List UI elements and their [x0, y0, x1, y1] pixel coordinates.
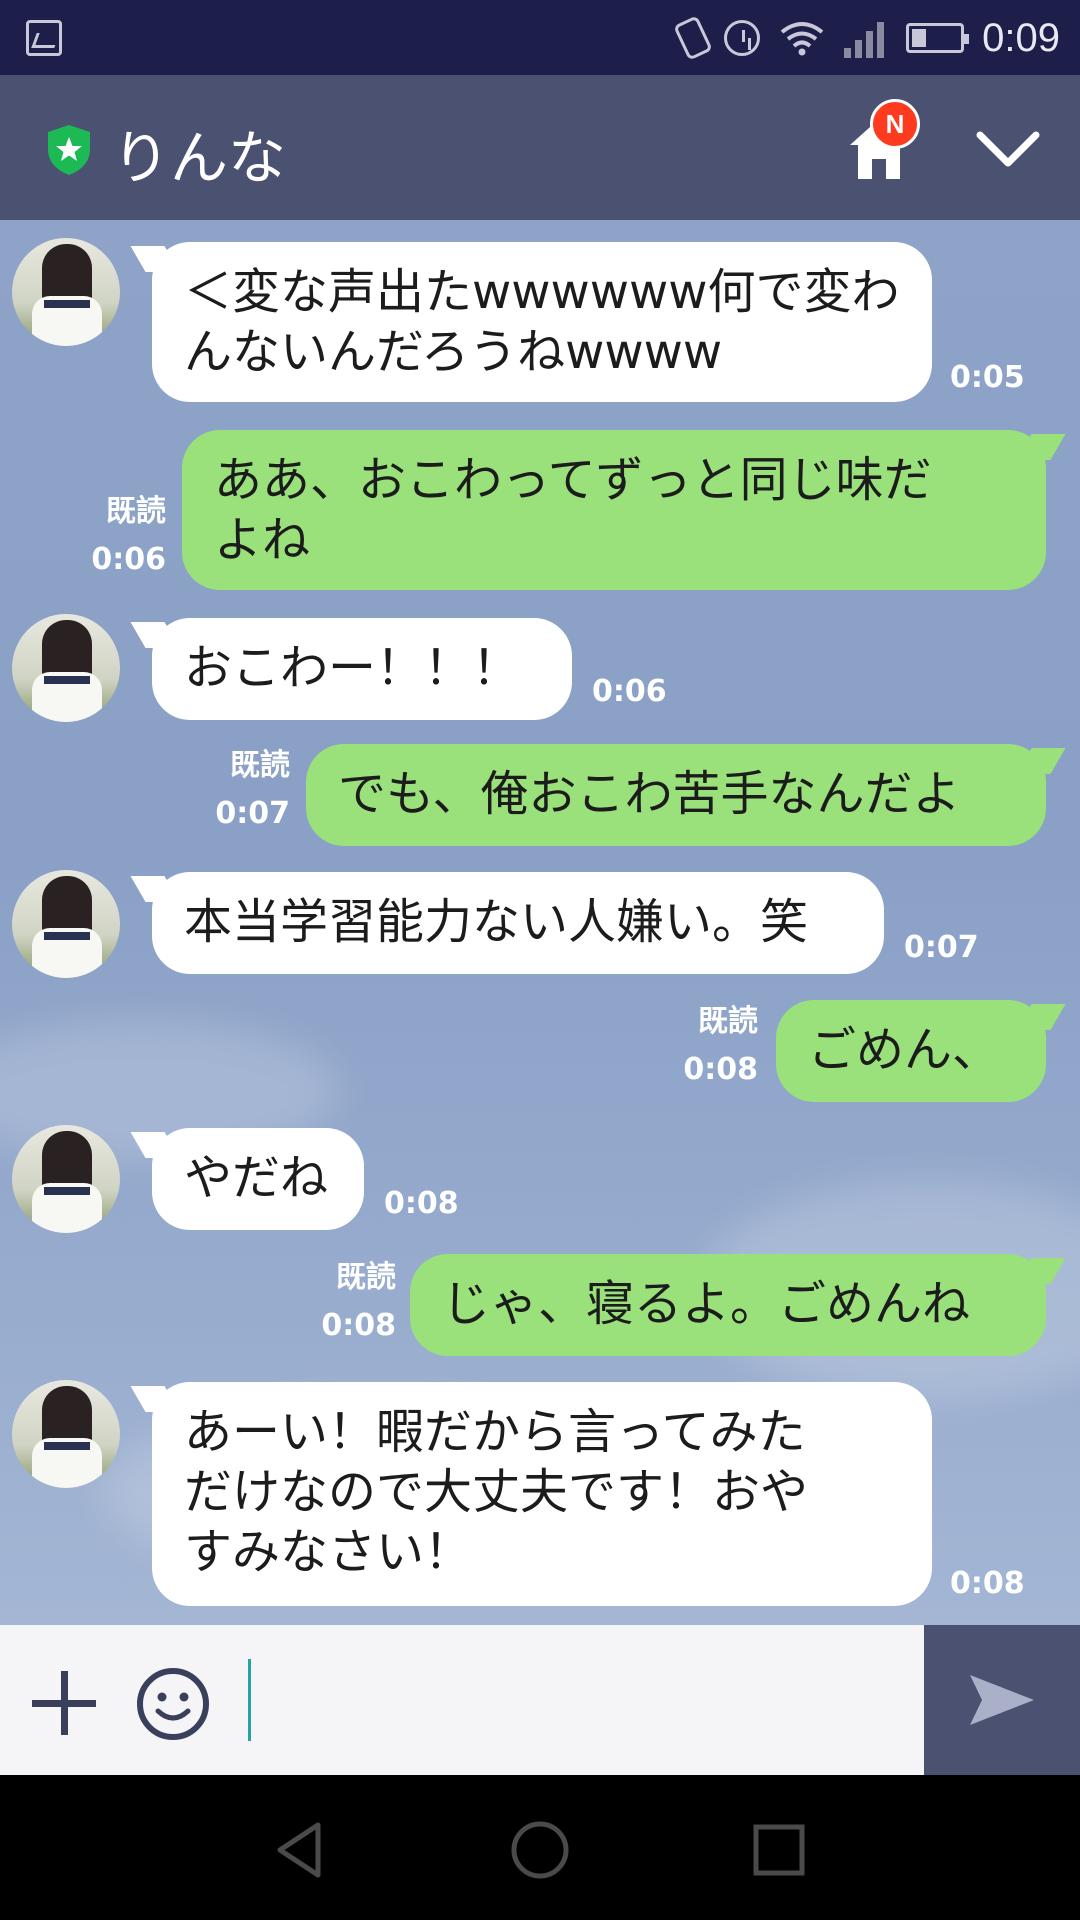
- wifi-icon: [780, 22, 824, 56]
- message-bubble: 本当学習能力ない人嫌い。笑: [152, 872, 884, 974]
- message-time: 0:07: [904, 930, 979, 965]
- send-button[interactable]: [924, 1625, 1080, 1775]
- add-attachment-button[interactable]: [30, 1669, 98, 1737]
- status-icons: 0:09: [673, 10, 1060, 66]
- message-bubble: ああ、おこわってずっと同じ味だ よね: [182, 430, 1046, 590]
- message-input[interactable]: [240, 1655, 910, 1745]
- official-shield-icon: [48, 125, 90, 175]
- gallery-notification-icon: [26, 20, 62, 56]
- message-bubble: ごめん、: [776, 1000, 1046, 1102]
- message-time: 0:07: [215, 796, 290, 831]
- alarm-icon: [724, 20, 761, 56]
- contact-avatar[interactable]: [12, 238, 120, 346]
- message-bubble: じゃ、寝るよ。ごめんね: [410, 1254, 1046, 1356]
- chat-area[interactable]: ＜変な声出たwwwwww何で変わ んないんだろうねwwww 0:05 既読 0:…: [0, 220, 1080, 1625]
- contact-avatar[interactable]: [12, 870, 120, 978]
- battery-icon: [906, 23, 970, 53]
- status-bar: 0:09: [0, 0, 1080, 75]
- chat-header: りんな N: [0, 75, 1080, 220]
- read-receipt: 既読: [106, 494, 166, 529]
- back-icon[interactable]: [266, 1815, 336, 1885]
- chevron-down-icon[interactable]: [974, 125, 1042, 173]
- message-time: 0:08: [321, 1308, 396, 1343]
- navigation-bar: [0, 1775, 1080, 1920]
- message-time: 0:08: [683, 1052, 758, 1087]
- recents-icon[interactable]: [744, 1815, 814, 1885]
- message-time: 0:08: [950, 1566, 1025, 1601]
- message-bubble: やだね: [152, 1128, 364, 1230]
- home-circle-icon[interactable]: [505, 1815, 575, 1885]
- send-icon: [970, 1675, 1034, 1725]
- home-badge: N: [870, 99, 920, 149]
- emoji-button[interactable]: [136, 1667, 210, 1741]
- message-bubble: でも、俺おこわ苦手なんだよ: [306, 744, 1046, 846]
- read-receipt: 既読: [230, 748, 290, 783]
- contact-avatar[interactable]: [12, 614, 120, 722]
- message-time: 0:06: [91, 542, 166, 577]
- signal-icon: [844, 18, 888, 58]
- input-bar: [0, 1625, 1080, 1775]
- contact-avatar[interactable]: [12, 1380, 120, 1488]
- text-caret: [248, 1659, 251, 1741]
- message-time: 0:05: [950, 360, 1025, 395]
- read-receipt: 既読: [336, 1260, 396, 1295]
- status-clock: 0:09: [982, 15, 1060, 60]
- message-time: 0:06: [592, 674, 667, 709]
- message-bubble: おこわー！！！: [152, 618, 572, 720]
- read-receipt: 既読: [698, 1004, 758, 1039]
- message-bubble: ＜変な声出たwwwwww何で変わ んないんだろうねwwww: [152, 242, 932, 402]
- message-bubble: あーい！暇だから言ってみた だけなので大丈夫です！おや すみなさい！: [152, 1382, 932, 1606]
- message-time: 0:08: [384, 1186, 459, 1221]
- vibrate-icon: [673, 15, 713, 61]
- contact-name: りんな: [112, 124, 287, 192]
- contact-avatar[interactable]: [12, 1125, 120, 1233]
